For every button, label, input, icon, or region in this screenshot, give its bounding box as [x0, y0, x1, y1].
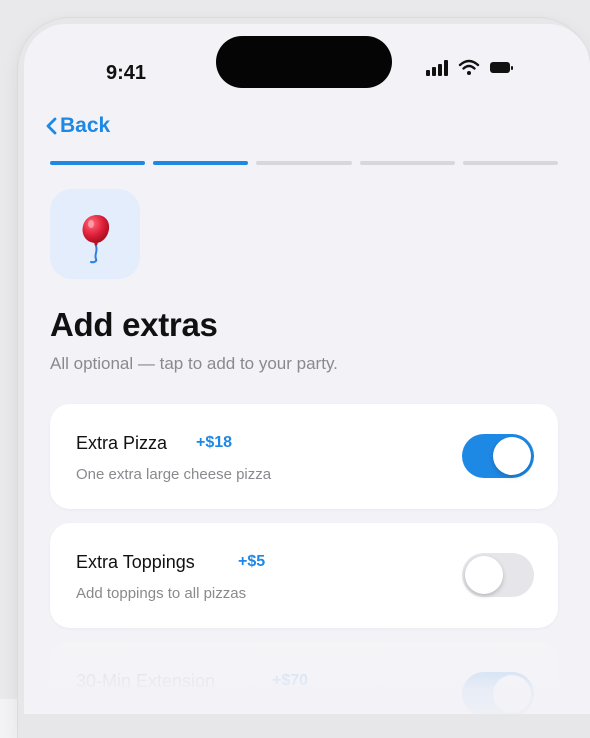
back-button[interactable]: Back — [44, 114, 110, 138]
balloon-icon — [82, 215, 110, 264]
progress-step-5 — [462, 161, 559, 165]
page-subtitle: All optional — tap to add to your party. — [50, 354, 338, 373]
extra-toppings-toggle[interactable] — [462, 553, 534, 597]
status-icons — [426, 58, 516, 82]
option-description: One extra large cheese pizza — [76, 466, 272, 483]
back-label: Back — [60, 114, 111, 137]
option-price: +$70 — [272, 672, 309, 689]
extra-pizza-toggle[interactable] — [462, 434, 534, 478]
app-screen: 9:41 Back Add extras All optional — tap … — [24, 24, 590, 714]
status-bar: 9:41 — [24, 24, 590, 120]
toggle-knob — [493, 437, 531, 475]
dynamic-island — [216, 36, 392, 88]
progress-step-1 — [50, 161, 146, 165]
option-name: 30-Min Extension — [76, 671, 216, 691]
option-card-extra-pizza[interactable]: Extra Pizza +$18 One extra large cheese … — [50, 404, 558, 509]
hero-icon-tile — [50, 189, 140, 279]
option-price: +$5 — [238, 553, 266, 570]
signal-icon — [426, 60, 448, 76]
progress-step-2 — [153, 161, 249, 165]
30-min-extension-toggle[interactable] — [462, 672, 534, 714]
option-price: +$18 — [196, 434, 233, 451]
option-card-30-min-extension[interactable]: 30-Min Extension +$70 — [50, 642, 558, 714]
device-frame: 9:41 Back Add extras All optional — tap … — [0, 0, 590, 738]
step-progress — [50, 161, 559, 166]
page-title: Add extras — [50, 306, 218, 343]
option-name: Extra Pizza — [76, 433, 168, 453]
toggle-knob — [465, 556, 503, 594]
toggle-knob — [493, 675, 531, 713]
option-name: Extra Toppings — [76, 552, 195, 572]
battery-icon — [490, 62, 513, 73]
wifi-icon — [458, 59, 480, 75]
option-card-extra-toppings[interactable]: Extra Toppings +$5 Add toppings to all p… — [50, 523, 558, 628]
progress-step-3 — [256, 161, 352, 165]
option-description: Add toppings to all pizzas — [76, 585, 247, 602]
chevron-left-icon — [46, 117, 57, 135]
progress-step-4 — [359, 161, 455, 165]
status-time: 9:41 — [106, 62, 147, 84]
